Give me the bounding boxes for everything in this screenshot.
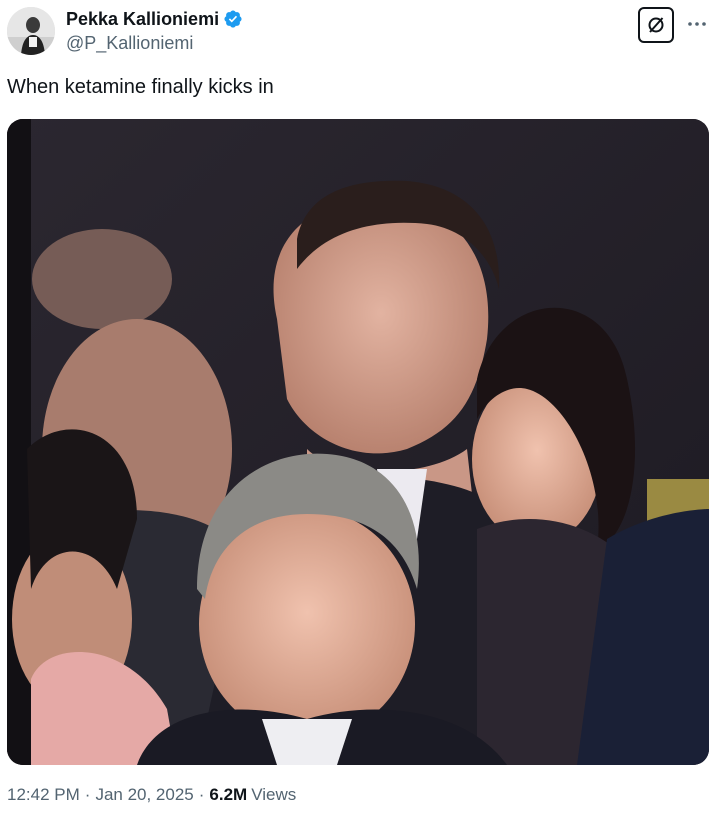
tweet-meta: 12:42 PM · Jan 20, 2025 · 6.2M Views bbox=[7, 785, 296, 805]
grok-button[interactable] bbox=[638, 7, 674, 43]
verified-badge-icon[interactable] bbox=[223, 9, 243, 29]
tweet-text: When ketamine finally kicks in bbox=[7, 76, 274, 98]
tweet-card: Pekka Kallioniemi @P_Kallioniemi When ke… bbox=[0, 0, 716, 814]
video-frame-image bbox=[7, 119, 709, 765]
tweet-date[interactable]: Jan 20, 2025 bbox=[95, 785, 193, 805]
avatar-photo-icon bbox=[7, 7, 55, 55]
author-handle[interactable]: @P_Kallioniemi bbox=[66, 33, 193, 54]
author-name[interactable]: Pekka Kallioniemi bbox=[66, 9, 219, 30]
more-dots-icon bbox=[688, 22, 706, 26]
meta-separator-2: · bbox=[198, 785, 205, 804]
author-avatar[interactable] bbox=[7, 7, 55, 55]
author-name-row: Pekka Kallioniemi bbox=[66, 8, 243, 30]
tweet-media[interactable] bbox=[7, 119, 709, 765]
meta-separator: · bbox=[84, 785, 91, 804]
grok-slash-icon bbox=[648, 17, 664, 33]
views-label: Views bbox=[251, 785, 297, 804]
tweet-time[interactable]: 12:42 PM bbox=[7, 785, 80, 805]
more-options-button[interactable] bbox=[683, 10, 711, 38]
views-count[interactable]: 6.2M bbox=[209, 785, 247, 805]
